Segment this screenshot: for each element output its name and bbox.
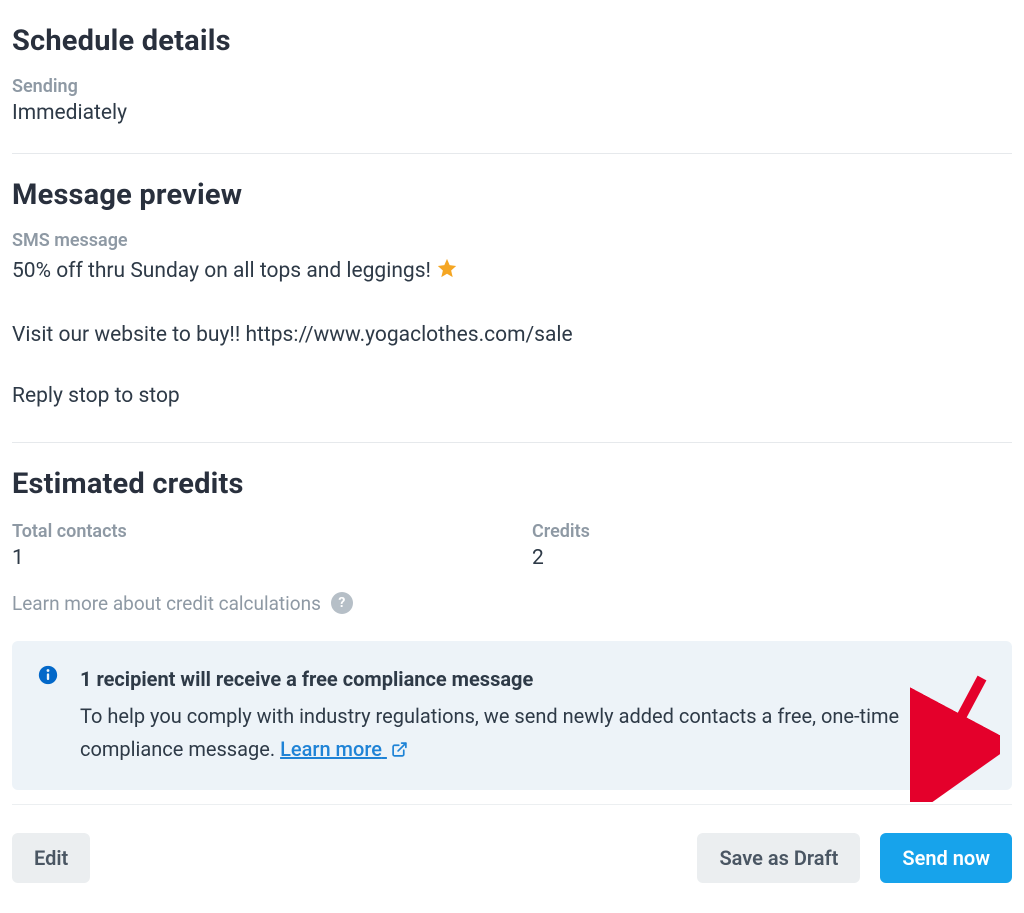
estimated-credits-section: Estimated credits Total contacts 1 Credi… bbox=[12, 467, 1012, 790]
schedule-details-section: Schedule details Sending Immediately bbox=[12, 24, 1012, 125]
compliance-info-banner: 1 recipient will receive a free complian… bbox=[12, 641, 1012, 790]
compliance-learn-more-link[interactable]: Learn more bbox=[280, 737, 408, 761]
total-contacts-value: 1 bbox=[12, 546, 532, 570]
compliance-body-wrap: To help you comply with industry regulat… bbox=[80, 700, 986, 768]
preview-heading: Message preview bbox=[12, 178, 1012, 212]
external-link-icon bbox=[391, 735, 408, 768]
divider bbox=[12, 153, 1012, 154]
compliance-title: 1 recipient will receive a free complian… bbox=[80, 663, 986, 696]
info-icon bbox=[38, 665, 62, 689]
total-contacts-col: Total contacts 1 bbox=[12, 521, 532, 570]
credits-value: 2 bbox=[532, 546, 1012, 570]
credit-calc-info: Learn more about credit calculations ? bbox=[12, 592, 1012, 615]
sms-line-1: 50% off thru Sunday on all tops and legg… bbox=[12, 255, 1012, 291]
credits-row: Total contacts 1 Credits 2 bbox=[12, 521, 1012, 570]
credits-heading: Estimated credits bbox=[12, 467, 1012, 501]
sms-line-2: Visit our website to buy!! https://www.y… bbox=[12, 319, 1012, 353]
sending-label: Sending bbox=[12, 76, 1012, 97]
sending-value: Immediately bbox=[12, 101, 1012, 125]
help-icon[interactable]: ? bbox=[331, 592, 353, 614]
sms-review-page: Schedule details Sending Immediately Mes… bbox=[0, 0, 1024, 913]
schedule-heading: Schedule details bbox=[12, 24, 1012, 58]
compliance-learn-more-text: Learn more bbox=[280, 737, 382, 761]
compliance-body: To help you comply with industry regulat… bbox=[80, 704, 899, 761]
total-contacts-label: Total contacts bbox=[12, 521, 532, 542]
divider bbox=[12, 442, 1012, 443]
compliance-info-content: 1 recipient will receive a free complian… bbox=[80, 663, 986, 768]
sms-line-1-text: 50% off thru Sunday on all tops and legg… bbox=[12, 259, 431, 283]
sms-line-3: Reply stop to stop bbox=[12, 380, 1012, 414]
divider bbox=[12, 804, 1012, 805]
sms-message-body: 50% off thru Sunday on all tops and legg… bbox=[12, 255, 1012, 414]
credits-col: Credits 2 bbox=[532, 521, 1012, 570]
credits-label: Credits bbox=[532, 521, 1012, 542]
sms-message-label: SMS message bbox=[12, 230, 1012, 251]
star-icon bbox=[436, 257, 458, 291]
credit-calc-text: Learn more about credit calculations bbox=[12, 592, 321, 615]
message-preview-section: Message preview SMS message 50% off thru… bbox=[12, 178, 1012, 414]
